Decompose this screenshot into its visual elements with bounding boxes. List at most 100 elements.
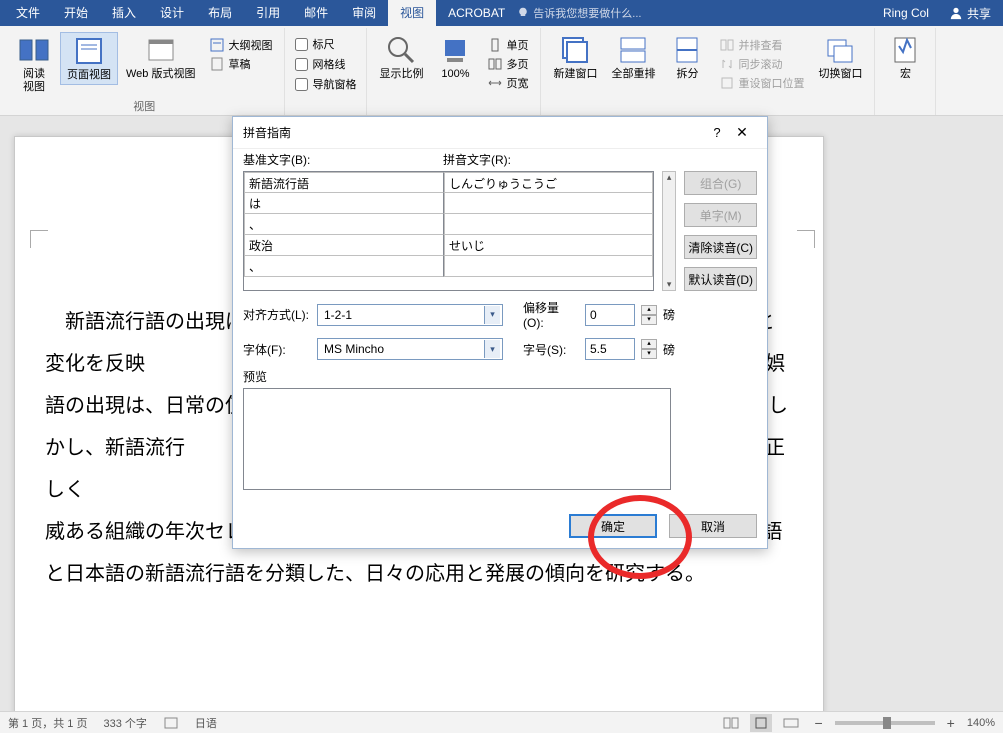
print-layout-button[interactable]: 页面视图	[60, 32, 118, 85]
print-layout-view-icon[interactable]	[750, 714, 772, 732]
size-label: 字号(S):	[523, 341, 579, 358]
ruler-checkbox[interactable]: 标尺	[295, 36, 356, 52]
menu-layout[interactable]: 布局	[196, 0, 244, 26]
tell-me-search[interactable]: 告诉我您想要做什么...	[517, 5, 641, 21]
ribbon-group-views: 阅读 视图 页面视图 Web 版式视图 大纲视图 草稿 视图	[4, 28, 285, 115]
ruby-cell[interactable]	[444, 214, 653, 235]
menu-design[interactable]: 设计	[148, 0, 196, 26]
menu-mailings[interactable]: 邮件	[292, 0, 340, 26]
split-icon	[671, 34, 703, 66]
draft-icon	[209, 56, 225, 72]
one-page-icon	[487, 37, 503, 53]
cancel-button[interactable]: 取消	[669, 514, 757, 538]
multi-page-button[interactable]: 多页	[485, 55, 530, 73]
page-width-button[interactable]: 页宽	[485, 74, 530, 92]
print-layout-icon	[73, 35, 105, 67]
alignment-select[interactable]: 1-2-1▾	[317, 304, 503, 326]
default-reading-button[interactable]: 默认读音(D)	[684, 267, 757, 291]
zoom-100-button[interactable]: 100%	[431, 32, 479, 83]
combine-button[interactable]: 组合(G)	[684, 171, 757, 195]
outline-view-button[interactable]: 大纲视图	[207, 36, 274, 54]
person-icon	[949, 6, 963, 20]
new-window-button[interactable]: 新建窗口	[547, 32, 603, 83]
sync-scroll-icon	[719, 56, 735, 72]
zoom-slider[interactable]	[835, 721, 935, 725]
preview-box	[243, 388, 671, 490]
read-mode-icon	[18, 34, 50, 66]
base-cell[interactable]: は	[244, 193, 444, 214]
menu-home[interactable]: 开始	[52, 0, 100, 26]
read-mode-view-icon[interactable]	[720, 714, 742, 732]
menu-references[interactable]: 引用	[244, 0, 292, 26]
size-spinner[interactable]: ▴▾	[641, 339, 657, 359]
navpane-checkbox[interactable]: 导航窗格	[295, 76, 356, 92]
dialog-titlebar[interactable]: 拼音指南 ? ✕	[233, 117, 767, 149]
base-cell[interactable]: 、	[244, 256, 444, 277]
arrange-all-button[interactable]: 全部重排	[605, 32, 661, 83]
status-bar: 第 1 页，共 1 页 333 个字 日语 − + 140%	[0, 711, 1003, 733]
page-corner-mark	[30, 230, 48, 248]
status-language[interactable]: 日语	[195, 715, 217, 731]
read-mode-button[interactable]: 阅读 视图	[10, 32, 58, 96]
zoom-100-icon	[439, 34, 471, 66]
single-button[interactable]: 单字(M)	[684, 203, 757, 227]
menu-acrobat[interactable]: ACROBAT	[436, 0, 517, 26]
menu-view[interactable]: 视图	[388, 0, 436, 26]
sync-scroll-button[interactable]: 同步滚动	[717, 55, 806, 73]
zoom-icon	[385, 34, 417, 66]
menu-file[interactable]: 文件	[4, 0, 52, 26]
base-cell[interactable]: 、	[244, 214, 444, 235]
spellcheck-icon[interactable]	[163, 716, 179, 730]
menu-insert[interactable]: 插入	[100, 0, 148, 26]
switch-window-button[interactable]: 切换窗口	[812, 32, 868, 83]
ruby-text-label: 拼音文字(R):	[443, 151, 511, 168]
font-select[interactable]: MS Mincho▾	[317, 338, 503, 360]
zoom-in-button[interactable]: +	[943, 715, 959, 731]
split-button[interactable]: 拆分	[663, 32, 711, 83]
zoom-button[interactable]: 显示比例	[373, 32, 429, 83]
base-text-label: 基准文字(B):	[243, 151, 443, 168]
size-unit: 磅	[663, 341, 675, 358]
macros-button[interactable]: 宏	[881, 32, 929, 83]
status-word-count[interactable]: 333 个字	[103, 715, 146, 731]
side-by-side-button[interactable]: 并排查看	[717, 36, 806, 54]
ruby-cell[interactable]	[444, 193, 653, 214]
dialog-close-button[interactable]: ✕	[727, 124, 757, 141]
chevron-down-icon: ▾	[484, 306, 500, 324]
clear-reading-button[interactable]: 清除读音(C)	[684, 235, 757, 259]
dialog-help-button[interactable]: ?	[707, 125, 727, 140]
ruby-cell[interactable]: しんごりゅうこうご	[444, 172, 653, 193]
one-page-button[interactable]: 单页	[485, 36, 530, 54]
ribbon: 阅读 视图 页面视图 Web 版式视图 大纲视图 草稿 视图	[0, 26, 1003, 116]
views-group-label: 视图	[10, 96, 278, 116]
multi-page-icon	[487, 56, 503, 72]
zoom-percent[interactable]: 140%	[967, 717, 995, 729]
ruby-cell[interactable]	[444, 256, 653, 277]
share-button[interactable]: 共享	[941, 5, 999, 22]
side-by-side-icon	[719, 37, 735, 53]
draft-view-button[interactable]: 草稿	[207, 55, 274, 73]
offset-input[interactable]: 0	[585, 304, 635, 326]
offset-label: 偏移量(O):	[523, 299, 579, 330]
ok-button[interactable]: 确定	[569, 514, 657, 538]
ruby-cell[interactable]: せいじ	[444, 235, 653, 256]
arrange-icon	[617, 34, 649, 66]
lightbulb-icon	[517, 7, 529, 19]
gridlines-checkbox[interactable]: 网格线	[295, 56, 356, 72]
reset-position-button[interactable]: 重设窗口位置	[717, 74, 806, 92]
user-name[interactable]: Ring Col	[883, 6, 929, 20]
web-layout-button[interactable]: Web 版式视图	[120, 32, 201, 83]
grid-scrollbar[interactable]: ▴▾	[662, 171, 676, 291]
chevron-down-icon: ▾	[484, 340, 500, 358]
status-page[interactable]: 第 1 页，共 1 页	[8, 715, 87, 731]
menu-review[interactable]: 审阅	[340, 0, 388, 26]
web-layout-icon	[145, 34, 177, 66]
base-cell[interactable]: 新語流行語	[244, 172, 444, 193]
base-cell[interactable]: 政治	[244, 235, 444, 256]
size-input[interactable]: 5.5	[585, 338, 635, 360]
zoom-out-button[interactable]: −	[810, 715, 826, 731]
offset-spinner[interactable]: ▴▾	[641, 305, 657, 325]
page-corner-mark-right	[797, 230, 815, 248]
macros-icon	[889, 34, 921, 66]
web-layout-view-icon[interactable]	[780, 714, 802, 732]
